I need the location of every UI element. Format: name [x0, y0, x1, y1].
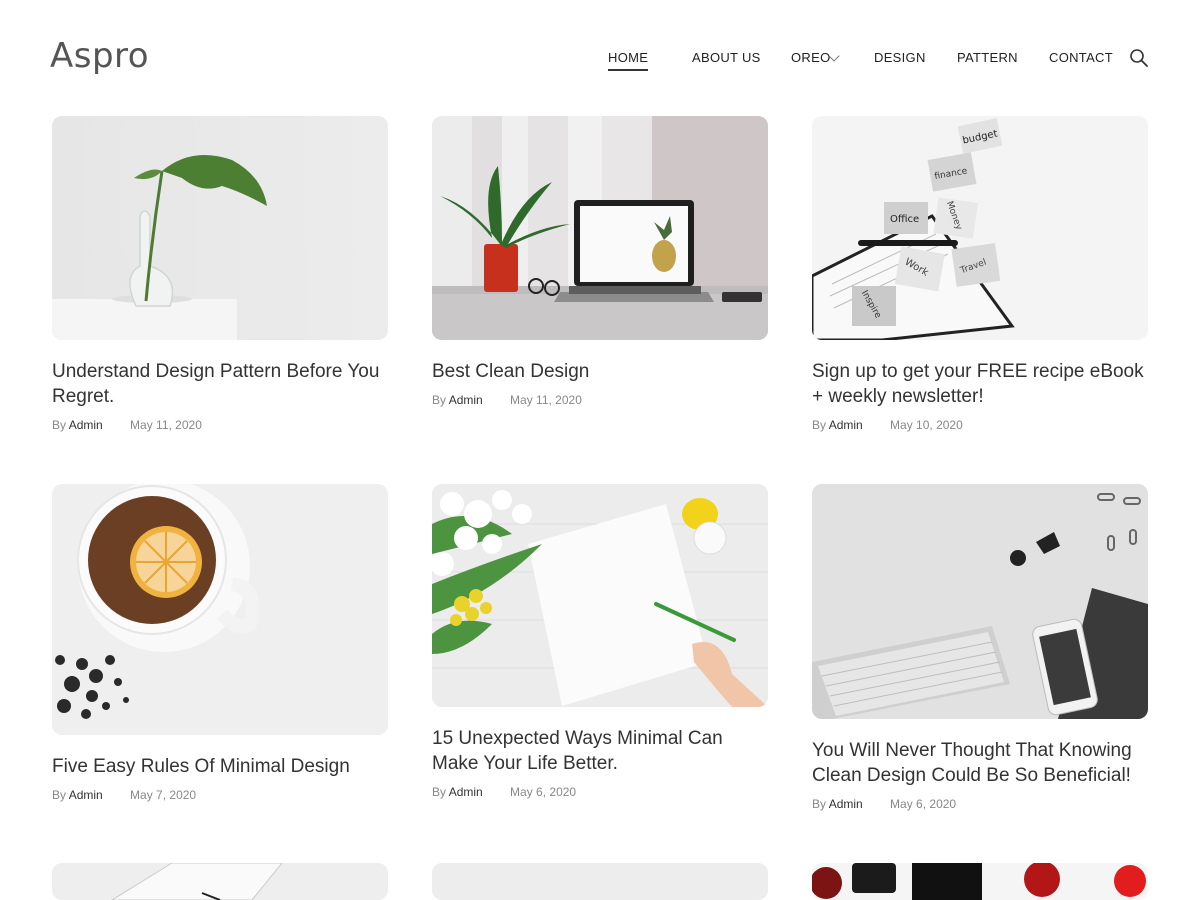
nav-design[interactable]: DESIGN — [874, 50, 926, 65]
post-thumbnail-plant-vase[interactable] — [52, 116, 388, 340]
search-icon[interactable] — [1129, 48, 1149, 68]
post-thumbnail-laptop-desk[interactable] — [432, 116, 768, 340]
keyboard-phone-image — [812, 484, 1148, 719]
by-label: By — [812, 797, 827, 811]
post-card[interactable] — [812, 863, 1148, 900]
post-author[interactable]: Admin — [829, 418, 863, 432]
post-thumbnail-notebook[interactable] — [52, 863, 388, 900]
post-card[interactable]: You Will Never Thought That Knowing Clea… — [812, 484, 1148, 811]
post-meta: By Admin May 7, 2020 — [52, 788, 388, 802]
post-title[interactable]: Sign up to get your FREE recipe eBook + … — [812, 359, 1148, 409]
by-label: By — [432, 393, 447, 407]
post-card[interactable]: Best Clean Design By Admin May 11, 2020 — [432, 116, 768, 407]
post-date: May 7, 2020 — [130, 788, 197, 802]
post-thumbnail-paper-notes[interactable]: budget finance Office Money Work Travel … — [812, 116, 1148, 340]
post-card[interactable] — [52, 863, 388, 900]
post-title[interactable]: 15 Unexpected Ways Minimal Can Make Your… — [432, 726, 768, 776]
post-title[interactable]: Best Clean Design — [432, 359, 768, 384]
flowers-paper-image — [432, 484, 768, 707]
post-meta: By Admin May 11, 2020 — [432, 393, 768, 407]
post-author[interactable]: Admin — [449, 393, 483, 407]
post-card[interactable]: 15 Unexpected Ways Minimal Can Make Your… — [432, 484, 768, 799]
post-author[interactable]: Admin — [449, 785, 483, 799]
post-card[interactable]: Five Easy Rules Of Minimal Design By Adm… — [52, 484, 388, 802]
post-thumbnail-tea-cup[interactable] — [52, 484, 388, 735]
post-card[interactable]: Understand Design Pattern Before You Reg… — [52, 116, 388, 432]
post-date: May 11, 2020 — [130, 418, 202, 432]
nav-home[interactable]: HOME — [608, 50, 649, 71]
post-card[interactable] — [432, 863, 768, 900]
paper-notes-image: budget finance Office Money Work Travel … — [812, 116, 1148, 340]
by-label: By — [52, 788, 67, 802]
post-card[interactable]: budget finance Office Money Work Travel … — [812, 116, 1148, 432]
by-label: By — [52, 418, 67, 432]
post-meta: By Admin May 6, 2020 — [432, 785, 768, 799]
post-meta: By Admin May 6, 2020 — [812, 797, 1148, 811]
main-nav: HOME ABOUT US OREO DESIGN PATTERN CONTAC… — [0, 50, 1200, 71]
nav-about-us[interactable]: ABOUT US — [692, 50, 761, 65]
post-thumbnail-phones-flowers[interactable] — [812, 863, 1148, 900]
by-label: By — [432, 785, 447, 799]
post-title[interactable]: You Will Never Thought That Knowing Clea… — [812, 738, 1148, 788]
post-title[interactable]: Understand Design Pattern Before You Reg… — [52, 359, 388, 409]
post-thumbnail-keyboard-phone[interactable] — [812, 484, 1148, 719]
nav-oreo[interactable]: OREO — [791, 50, 830, 65]
post-thumbnail-flowers-paper[interactable] — [432, 484, 768, 707]
post-date: May 11, 2020 — [510, 393, 582, 407]
tea-cup-image — [52, 484, 388, 735]
post-meta: By Admin May 11, 2020 — [52, 418, 388, 432]
post-author[interactable]: Admin — [829, 797, 863, 811]
post-thumbnail-blank[interactable] — [432, 863, 768, 900]
post-author[interactable]: Admin — [69, 418, 103, 432]
post-author[interactable]: Admin — [69, 788, 103, 802]
post-date: May 10, 2020 — [890, 418, 963, 432]
phones-flowers-image — [812, 863, 1148, 900]
post-meta: By Admin May 10, 2020 — [812, 418, 1148, 432]
nav-contact[interactable]: CONTACT — [1049, 50, 1113, 65]
plant-vase-image — [52, 116, 388, 340]
post-date: May 6, 2020 — [510, 785, 577, 799]
post-date: May 6, 2020 — [890, 797, 957, 811]
note-text-office: Office — [890, 214, 919, 225]
nav-pattern[interactable]: PATTERN — [957, 50, 1018, 65]
by-label: By — [812, 418, 827, 432]
site-header: Aspro HOME ABOUT US OREO DESIGN PATTERN … — [0, 0, 1200, 100]
blank-image — [432, 863, 768, 900]
notebook-image — [52, 863, 388, 900]
laptop-desk-image — [432, 116, 768, 340]
post-title[interactable]: Five Easy Rules Of Minimal Design — [52, 754, 388, 779]
